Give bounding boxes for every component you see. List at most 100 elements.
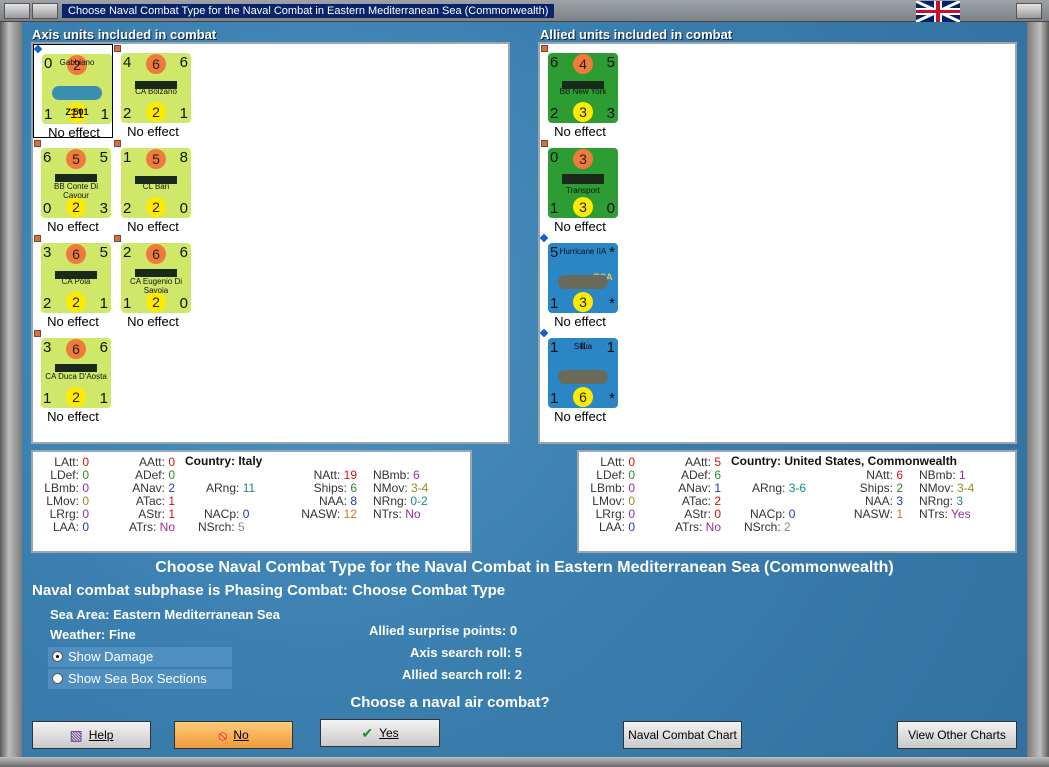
- stat-value: 0: [82, 520, 89, 534]
- stat-label: AAtt:: [684, 455, 715, 469]
- counter-face: 6 5 0 3 5 2 BB Conte Di Cavour: [41, 148, 111, 218]
- radio-selected-icon[interactable]: [52, 651, 63, 662]
- help-button[interactable]: ▧ Help: [32, 721, 151, 749]
- counter-face: 3 6 1 1 6 2 CA Duca D'Aosta: [41, 338, 111, 408]
- ship-silhouette-icon: [562, 81, 604, 89]
- stat-label: NMov:: [373, 481, 412, 495]
- yes-button-label: Yes: [379, 726, 399, 740]
- stat-value: 3-4: [411, 481, 429, 495]
- stat-value: 1: [168, 507, 175, 521]
- stat-label: NBmb:: [919, 468, 960, 482]
- stat-label: NASW:: [853, 507, 897, 521]
- unit-counter[interactable]: 3 5 2 1 6 2 CA Pola No effect: [33, 234, 113, 329]
- stat-label: ANav:: [678, 481, 715, 495]
- unit-value-top-left: 1: [123, 149, 132, 166]
- axis-units-box: 0 1 1 2 11 Gabbiano Z.501 No effect 4 6 2 1 6 2 CA Bol…: [31, 42, 510, 444]
- window-close-button[interactable]: [1016, 3, 1042, 19]
- allied-stats-panel: LAtt: 0 AAtt: 5 LDef: 0 ADef: 6 LBmb: 0 ANav:…: [577, 450, 1017, 553]
- unit-value-bottom-left: 1: [43, 390, 52, 407]
- unit-counter[interactable]: 6 5 2 3 4 3 BB New York No effect: [540, 44, 620, 139]
- stat-value: 0: [82, 481, 89, 495]
- unit-attack-value: 6: [66, 244, 86, 264]
- unit-effect-text: No effect: [127, 124, 179, 139]
- stat-latt: LAtt: 0: [37, 455, 89, 469]
- unit-marker-icon: [34, 235, 41, 242]
- stat-value: 8: [350, 494, 357, 508]
- unit-value-top-left: 3: [43, 339, 52, 356]
- unit-value-top-left: 3: [43, 244, 52, 261]
- unit-counter[interactable]: 4 6 2 1 6 2 CA Bolzano No effect: [113, 44, 193, 139]
- naval-combat-chart-button[interactable]: Naval Combat Chart: [623, 721, 742, 749]
- unit-name: CA Duca D'Aosta: [45, 372, 107, 381]
- stat-label: LDef:: [50, 468, 83, 482]
- stat-value: 6: [896, 468, 903, 482]
- stat-label: NSrch:: [744, 520, 785, 534]
- stat-value: 0: [714, 507, 721, 521]
- stat-label: NACp:: [750, 507, 789, 521]
- counter-face: 1 1 1 * 6 Skua II: [548, 338, 618, 408]
- unit-counter[interactable]: 2 6 1 0 6 2 CA Eugenio Di Savoia No effect: [113, 234, 193, 329]
- unit-counter[interactable]: 1 1 1 * 6 Skua II No effect: [539, 328, 620, 424]
- unit-effect-text: No effect: [127, 219, 179, 234]
- unit-counter[interactable]: 3 6 1 1 6 2 CA Duca D'Aosta No effect: [33, 329, 113, 424]
- unit-value-bottom-left: 2: [550, 105, 559, 122]
- unit-value-bottom-right: 3: [99, 200, 108, 217]
- stat-value: Yes: [951, 507, 971, 521]
- unit-value-bottom-left: 0: [43, 200, 52, 217]
- stat-value: 0: [168, 455, 175, 469]
- show-damage-option[interactable]: Show Damage: [48, 647, 232, 667]
- stat-nasw: NASW: 12: [287, 507, 357, 521]
- stat-label: ATac:: [135, 494, 169, 508]
- stat-value: 11: [242, 481, 256, 495]
- stat-label: LMov:: [592, 494, 629, 508]
- no-button[interactable]: ⦸ No: [174, 721, 293, 749]
- counter-face: 0 1 1 2 11 Gabbiano Z.501: [42, 54, 112, 124]
- stat-value: 0: [82, 455, 89, 469]
- ship-silhouette-icon: [55, 364, 97, 372]
- unit-range-value: 3: [573, 197, 593, 217]
- stat-lrrg: LRrg: 0: [583, 507, 635, 521]
- stat-value: 0: [628, 507, 635, 521]
- unit-counter[interactable]: 5*1*3Hurricane IIARSANo effect: [539, 233, 620, 329]
- stat-value: 2: [714, 494, 721, 508]
- window-menu-button[interactable]: [4, 3, 30, 19]
- stat-value: 0: [242, 507, 250, 521]
- stat-label: NRng:: [919, 494, 957, 508]
- unit-attack-value: 6: [146, 54, 166, 74]
- stat-label: Ships:: [313, 481, 351, 495]
- stat-label: LDef:: [596, 468, 629, 482]
- stat-aatt: AAtt: 5: [671, 455, 721, 469]
- unit-name: BB Conte Di Cavour: [53, 182, 99, 200]
- stat-nsrch: NSrch: 2: [744, 520, 791, 534]
- yes-button[interactable]: ✔ Yes: [320, 719, 440, 747]
- window-minimize-button[interactable]: [32, 3, 58, 19]
- radio-unselected-icon[interactable]: [52, 673, 63, 684]
- unit-value-bottom-left: 1: [550, 390, 559, 407]
- unit-marker-icon: [541, 140, 548, 147]
- surprise-points-text: Allied surprise points: 0: [369, 623, 518, 638]
- stat-value: 6: [413, 468, 420, 482]
- stat-atac: ATac: 2: [671, 494, 721, 508]
- title-bar: Choose Naval Combat Type for the Naval C…: [0, 0, 1049, 22]
- stat-atrs: ATrs: No: [671, 520, 721, 534]
- show-sea-box-option[interactable]: Show Sea Box Sections: [48, 669, 232, 689]
- unit-counter[interactable]: 6 5 0 3 5 2 BB Conte Di Cavour No effect: [33, 139, 113, 234]
- stat-value: 3-6: [788, 481, 807, 495]
- stat-label: NMov:: [919, 481, 958, 495]
- stat-ships: Ships: 6: [287, 481, 357, 495]
- unit-value-top-left: 6: [550, 54, 559, 71]
- unit-value-top-left: 0: [550, 149, 559, 166]
- unit-counter[interactable]: 0 1 1 2 11 Gabbiano Z.501 No effect: [33, 44, 113, 140]
- view-other-charts-button[interactable]: View Other Charts: [897, 721, 1017, 749]
- unit-value-top-right: 5: [99, 244, 108, 261]
- unit-value-bottom-left: 2: [123, 200, 132, 217]
- unit-value-bottom-right: 0: [179, 200, 188, 217]
- stat-label: NAtt:: [866, 468, 897, 482]
- stat-label: LRrg:: [595, 507, 629, 521]
- unit-marker-icon: [539, 328, 549, 338]
- unit-counter[interactable]: 0 1 0 3 3 Transport No effect: [540, 139, 620, 234]
- stat-lmov: LMov: 0: [583, 494, 635, 508]
- checkmark-icon: ✔: [361, 724, 374, 741]
- stat-label: Ships:: [859, 481, 897, 495]
- unit-counter[interactable]: 1 8 2 0 5 2 CL Bari No effect: [113, 139, 193, 234]
